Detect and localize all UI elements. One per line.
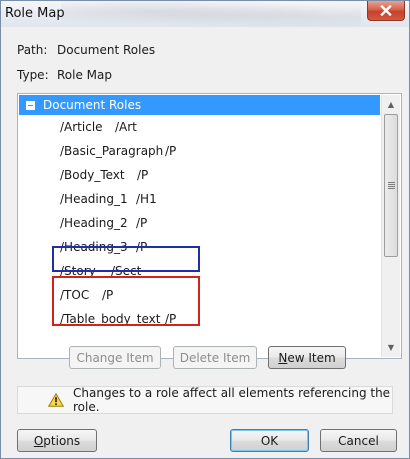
title-bar: Role Map	[1, 1, 409, 27]
list-item[interactable]: /Heading_1 /H1	[19, 188, 379, 210]
tree-root-document-roles[interactable]: Document Roles	[19, 95, 380, 115]
scroll-down-icon[interactable]: ▼	[382, 339, 400, 356]
change-item-label: Change Item	[76, 350, 154, 365]
role-name: /P	[165, 144, 177, 158]
cancel-label: Cancel	[338, 433, 379, 448]
list-item[interactable]: /Body_Text /P	[19, 164, 379, 186]
cancel-button[interactable]: Cancel	[320, 429, 397, 452]
window-title: Role Map	[5, 6, 65, 21]
title-bar-background	[61, 1, 361, 27]
scroll-up-icon[interactable]: ▲	[382, 96, 400, 113]
highlight-box-blue	[52, 246, 200, 272]
dialog-body: Path: Document Roles Type: Role Map Docu…	[7, 27, 403, 454]
delete-item-label: Delete Item	[179, 350, 251, 365]
options-label: Options	[33, 433, 81, 448]
new-item-button[interactable]: New Item	[268, 346, 346, 369]
close-button[interactable]	[367, 1, 405, 21]
warning-notice: Changes to a role affect all elements re…	[17, 386, 393, 414]
warning-text: Changes to a role affect all elements re…	[73, 386, 391, 414]
path-label: Path:	[17, 43, 48, 57]
tag-name: /Article	[60, 120, 103, 134]
tag-name: /Heading_1	[60, 192, 128, 206]
tag-name: /Basic_Paragraph	[60, 144, 164, 158]
type-value: Role Map	[57, 68, 112, 82]
collapse-icon[interactable]	[26, 100, 35, 110]
tag-name: /Body_Text	[60, 168, 125, 182]
new-item-label: New Item	[278, 350, 336, 365]
path-value: Document Roles	[57, 43, 156, 57]
list-item[interactable]: /Heading_2 /P	[19, 212, 379, 234]
role-map-dialog: Role Map Path: Document Roles Type: Role…	[0, 0, 410, 459]
highlight-box-red	[52, 276, 200, 326]
options-button[interactable]: Options	[17, 429, 97, 452]
tag-name: /Heading_2	[60, 216, 128, 230]
list-item[interactable]: /Basic_Paragraph /P	[19, 140, 379, 162]
ok-label: OK	[260, 433, 279, 448]
list-item[interactable]: /Article /Art	[19, 116, 379, 138]
grip-icon	[387, 182, 395, 189]
scrollbar-thumb[interactable]	[384, 114, 398, 257]
vertical-scrollbar[interactable]: ▲ ▼	[381, 95, 400, 357]
delete-item-button[interactable]: Delete Item	[173, 346, 257, 369]
warning-icon	[48, 393, 64, 407]
role-name: /Art	[115, 120, 137, 134]
type-label: Type:	[17, 68, 49, 82]
ok-button[interactable]: OK	[230, 429, 309, 452]
role-name: /H1	[136, 192, 157, 206]
close-icon	[380, 5, 392, 16]
role-name: /P	[136, 216, 148, 230]
role-name: /P	[137, 168, 149, 182]
tree-root-label: Document Roles	[43, 98, 142, 112]
change-item-button[interactable]: Change Item	[69, 346, 161, 369]
role-map-tree[interactable]: Document Roles /Article /Art /Basic_Para…	[17, 93, 402, 359]
